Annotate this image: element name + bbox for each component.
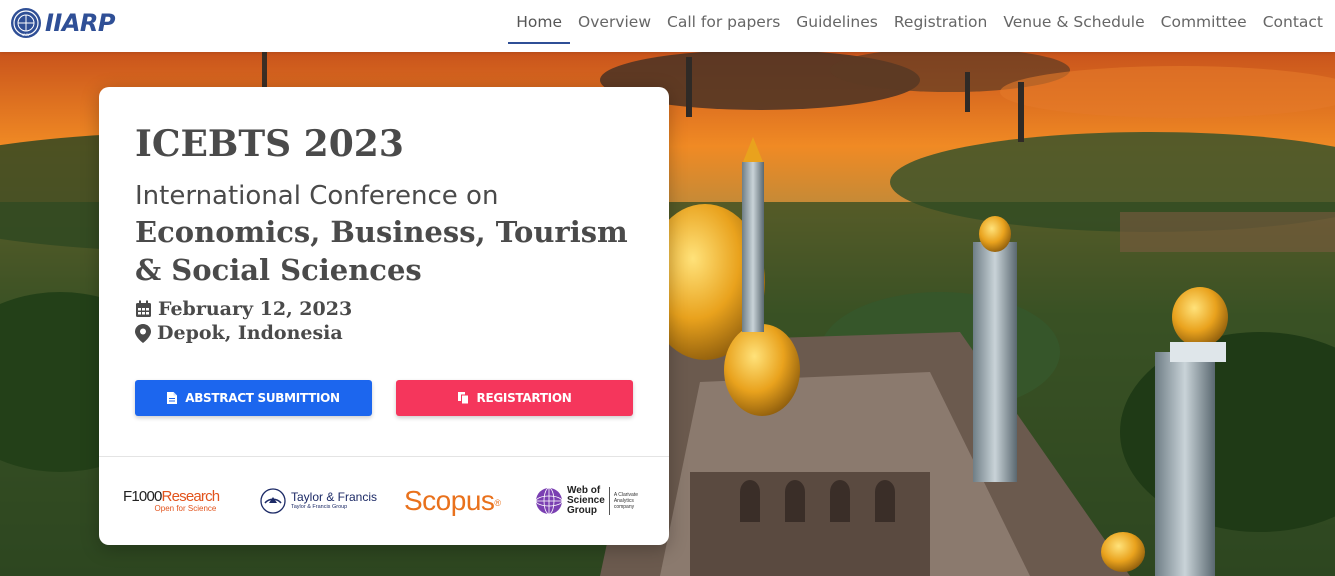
web-of-science-globe-icon [535, 487, 563, 515]
registered-mark: ® [494, 498, 501, 508]
nav-contact[interactable]: Contact [1255, 0, 1331, 44]
taylor-francis-name: Taylor & Francis [291, 490, 378, 504]
emblem-text: IIARP [22, 33, 31, 37]
taylor-francis-group: Taylor & Francis Group [291, 504, 348, 510]
indexing-logos: F1000Research Open for Science Taylor & … [99, 457, 669, 545]
conference-topic: Economics, Business, Tourism & Social Sc… [135, 215, 628, 287]
document-icon [167, 392, 178, 404]
f1000-tagline: Open for Science [154, 503, 217, 513]
scopus-wordmark: Scopus [404, 485, 495, 516]
calendar-icon [136, 300, 151, 317]
taylor-francis-logo: Taylor & Francis Taylor & Francis Group [260, 457, 377, 545]
wos-line-3: Group [567, 505, 597, 516]
map-marker-icon [135, 323, 151, 343]
registration-label: REGISTARTION [476, 391, 572, 405]
nav-venue-schedule[interactable]: Venue & Schedule [995, 0, 1152, 44]
abstract-submission-label: ABSTRACT SUBMITTION [185, 391, 340, 405]
clarivate-line-3: company [613, 504, 635, 510]
web-of-science-logo: Web of Science Group A Clarivate Analyti… [535, 457, 638, 545]
nav-committee[interactable]: Committee [1153, 0, 1255, 44]
top-navbar: IIARP IIARP Home Overview Call for paper… [0, 0, 1335, 52]
registration-button[interactable]: REGISTARTION [396, 380, 633, 416]
brand-logo[interactable]: IIARP IIARP [10, 6, 116, 40]
conference-subtitle: International Conference on [135, 181, 499, 211]
f1000-text: F1000 [123, 487, 162, 505]
abstract-submission-button[interactable]: ABSTRACT SUBMITTION [135, 380, 372, 416]
nav-overview[interactable]: Overview [570, 0, 659, 44]
iiarp-emblem-icon: IIARP [11, 8, 41, 38]
scopus-logo: Scopus ® [404, 457, 501, 545]
taylor-francis-emblem-icon [260, 488, 286, 514]
f1000research-wordmark: F1000Research [123, 487, 221, 505]
nav-home[interactable]: Home [508, 0, 570, 44]
nav-registration[interactable]: Registration [886, 0, 995, 44]
copy-documents-icon [457, 392, 469, 404]
nav-guidelines[interactable]: Guidelines [788, 0, 886, 44]
brand-name[interactable]: IIARP [45, 9, 116, 37]
location-text: Depok, Indonesia [157, 322, 343, 344]
date-text: February 12, 2023 [158, 298, 353, 320]
main-nav: Home Overview Call for papers Guidelines… [508, 0, 1331, 44]
conference-date: February 12, 2023 [135, 298, 352, 320]
research-text: Research [161, 487, 221, 505]
conference-location: Depok, Indonesia [135, 322, 343, 344]
f1000research-logo: F1000Research Open for Science [123, 457, 221, 545]
nav-call-for-papers[interactable]: Call for papers [659, 0, 788, 44]
conference-title: ICEBTS 2023 [135, 123, 404, 165]
wos-separator [608, 487, 610, 515]
conference-card: ICEBTS 2023 International Conference on … [99, 87, 669, 545]
